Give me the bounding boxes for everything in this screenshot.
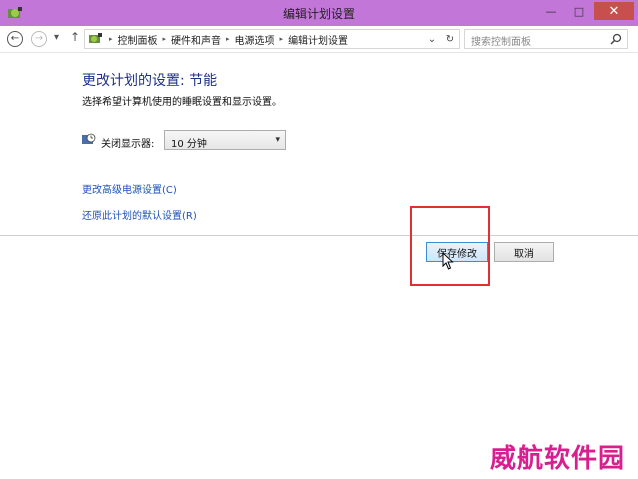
minimize-button[interactable]: — bbox=[538, 2, 564, 20]
display-off-label: 关闭显示器: bbox=[101, 139, 155, 150]
cancel-button[interactable]: 取消 bbox=[494, 242, 554, 262]
breadcrumb-separator[interactable]: ▸ bbox=[226, 35, 230, 43]
forward-button[interactable]: → bbox=[31, 31, 47, 47]
power-options-icon[interactable] bbox=[6, 4, 24, 22]
breadcrumb-hardware-sound[interactable]: 硬件和声音 bbox=[171, 32, 221, 47]
search-box[interactable]: 搜索控制面板 bbox=[464, 29, 628, 49]
chevron-down-icon: ▾ bbox=[275, 135, 280, 145]
restore-defaults-link[interactable]: 还原此计划的默认设置(R) bbox=[82, 207, 197, 222]
breadcrumb-separator[interactable]: ▸ bbox=[163, 35, 167, 43]
divider bbox=[0, 235, 638, 236]
search-placeholder: 搜索控制面板 bbox=[471, 37, 531, 48]
mouse-cursor-icon bbox=[442, 252, 454, 270]
breadcrumb-control-panel[interactable]: 控制面板 bbox=[118, 32, 158, 47]
refresh-button[interactable]: ↻ bbox=[441, 34, 459, 45]
advanced-power-settings-link[interactable]: 更改高级电源设置(C) bbox=[82, 181, 177, 196]
back-button[interactable]: ← bbox=[7, 31, 23, 47]
breadcrumb-power-options[interactable]: 电源选项 bbox=[235, 32, 275, 47]
address-dropdown-button[interactable]: ⌄ bbox=[423, 34, 441, 45]
navigation-bar: ← → ▾ ↑ ▸ 控制面板 ▸ 硬件和声音 ▸ 电源选项 ▸ 编辑计划设置 ⌄… bbox=[0, 26, 638, 53]
address-bar-actions: ⌄ ↻ bbox=[423, 30, 459, 48]
highlight-box bbox=[410, 206, 490, 286]
page-description: 选择希望计算机使用的睡眠设置和显示设置。 bbox=[82, 97, 282, 108]
breadcrumb-separator[interactable]: ▸ bbox=[109, 35, 113, 43]
watermark: 威航软件园 bbox=[490, 444, 626, 474]
address-bar[interactable]: ▸ 控制面板 ▸ 硬件和声音 ▸ 电源选项 ▸ 编辑计划设置 ⌄ ↻ bbox=[84, 29, 460, 49]
window-controls: — □ ✕ bbox=[536, 2, 634, 20]
title-bar: 编辑计划设置 — □ ✕ bbox=[0, 0, 638, 26]
window-title: 编辑计划设置 bbox=[282, 6, 355, 21]
close-button[interactable]: ✕ bbox=[594, 2, 634, 20]
control-panel-icon bbox=[89, 33, 102, 43]
display-off-select[interactable]: 10 分钟 ▾ bbox=[164, 130, 286, 150]
up-button[interactable]: ↑ bbox=[70, 30, 80, 44]
recent-pages-dropdown[interactable]: ▾ bbox=[54, 32, 59, 43]
maximize-button[interactable]: □ bbox=[566, 2, 592, 20]
breadcrumb-edit-plan[interactable]: 编辑计划设置 bbox=[288, 32, 348, 47]
display-off-value: 10 分钟 bbox=[171, 139, 207, 150]
page-title: 更改计划的设置: 节能 bbox=[82, 73, 218, 89]
monitor-clock-icon bbox=[82, 133, 96, 144]
breadcrumb-separator[interactable]: ▸ bbox=[280, 35, 284, 43]
search-icon[interactable] bbox=[610, 33, 622, 45]
